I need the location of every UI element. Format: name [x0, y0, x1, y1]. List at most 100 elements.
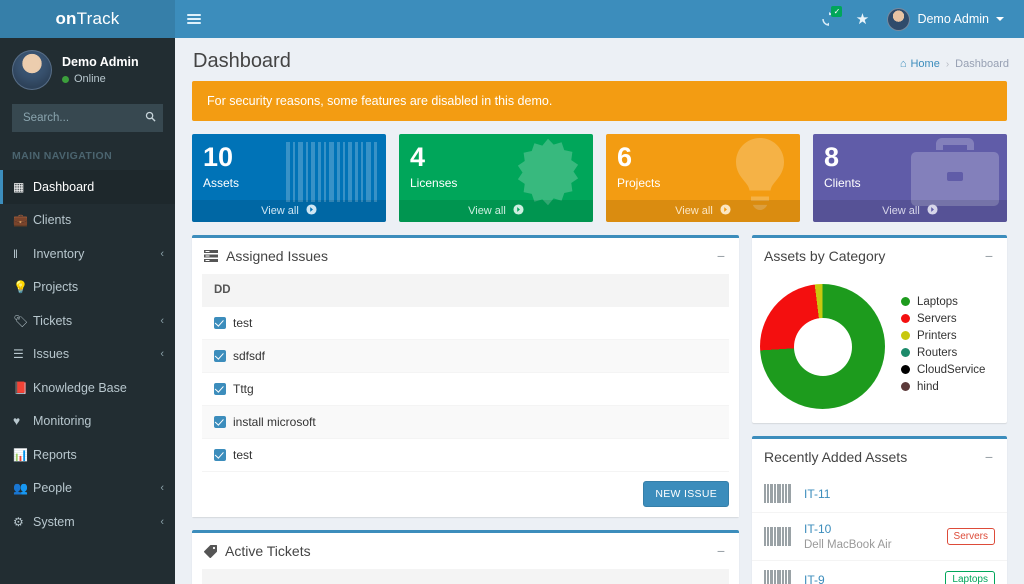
legend-label: hind — [917, 380, 939, 393]
sidebar-item-label: System — [33, 514, 75, 529]
sidebar-user-panel[interactable]: Demo Admin Online — [0, 38, 175, 102]
issue-checkbox[interactable] — [214, 449, 226, 462]
table-row[interactable]: Tttg — [202, 372, 729, 407]
sidebar-item-system[interactable]: ⚙ System ‹ — [0, 505, 175, 539]
legend-item[interactable]: CloudService — [901, 364, 997, 376]
breadcrumb-home-label: Home — [910, 58, 940, 70]
chevron-left-icon: ‹ — [160, 314, 164, 327]
collapse-button[interactable]: − — [713, 544, 729, 558]
user-menu-button[interactable]: Demo Admin — [879, 0, 1014, 38]
view-all-link[interactable]: View all — [399, 200, 593, 223]
asset-id-link[interactable]: IT-11 — [804, 487, 995, 501]
issue-checkbox[interactable] — [214, 383, 226, 396]
view-all-link[interactable]: View all — [606, 200, 800, 223]
panel-title: Active Tickets — [204, 543, 705, 559]
hamburger-icon — [187, 12, 201, 26]
sync-icon[interactable]: ✓ — [813, 0, 845, 38]
avatar — [887, 7, 911, 31]
legend-item[interactable]: Laptops — [901, 296, 997, 308]
home-icon: ⌂ — [899, 58, 907, 70]
view-all-link[interactable]: View all — [813, 200, 1007, 223]
sidebar-user-name: Demo Admin — [62, 55, 139, 69]
collapse-button[interactable]: − — [981, 450, 997, 464]
star-icon[interactable]: ★ — [847, 0, 877, 38]
sidebar-item-people[interactable]: 👥 People ‹ — [0, 472, 175, 506]
dashboard-icon: ▦ — [13, 179, 25, 194]
issue-label: Tttg — [233, 382, 254, 397]
sidebar-item-label: Knowledge Base — [33, 380, 127, 395]
sidebar-item-dashboard[interactable]: ▦ Dashboard — [0, 170, 175, 204]
chart-legend: Laptops Servers Printers Routers CloudSe… — [891, 296, 997, 398]
list-item[interactable]: IT-9 Laptops — [752, 561, 1007, 584]
star-glyph: ★ — [855, 10, 870, 28]
list-icon — [204, 250, 218, 263]
legend-item[interactable]: Servers — [901, 313, 997, 325]
table-row[interactable]: test — [202, 306, 729, 341]
asset-id-link[interactable]: IT-10 — [804, 522, 934, 536]
issue-label: sdfsdf — [233, 349, 266, 364]
sidebar-item-reports[interactable]: 📊 Reports — [0, 438, 175, 472]
stat-card-body: 8 Clients — [813, 134, 1007, 200]
users-icon: 👥 — [13, 481, 28, 496]
logo-prefix: on — [55, 9, 77, 28]
legend-item[interactable]: hind — [901, 381, 997, 393]
issue-label: test — [233, 316, 253, 331]
bar-chart-icon: 📊 — [13, 447, 28, 462]
sidebar-user-info: Demo Admin Online — [62, 55, 139, 85]
collapse-button[interactable]: − — [713, 249, 729, 263]
table-row[interactable]: sdfsdf — [202, 339, 729, 374]
stat-cards-row: 10 Assets View all 4 Licenses View all 6… — [175, 134, 1024, 235]
issue-checkbox[interactable] — [214, 416, 226, 429]
issue-checkbox[interactable] — [214, 350, 226, 363]
panel-header: Assets by Category − — [752, 238, 1007, 274]
stat-card-body: 10 Assets — [192, 134, 386, 200]
sidebar-item-label: People — [33, 481, 72, 496]
search-icon[interactable] — [137, 104, 163, 132]
active-tickets-panel: Active Tickets − — [192, 530, 739, 584]
stat-card-value: 10 — [203, 142, 234, 172]
stat-card-value: 8 — [824, 142, 840, 172]
stat-card-assets: 10 Assets View all — [192, 134, 386, 223]
table-row[interactable]: install microsoft — [202, 405, 729, 440]
new-issue-button[interactable]: NEW ISSUE — [643, 481, 729, 508]
list-item[interactable]: IT-10 Dell MacBook Air Servers — [752, 513, 1007, 562]
asset-info: IT-11 — [804, 487, 995, 501]
view-all-link[interactable]: View all — [192, 200, 386, 223]
panel-title-label: Recently Added Assets — [764, 449, 908, 466]
assets-by-category-panel: Assets by Category − Laptops Servers Pri… — [752, 235, 1007, 424]
navbar-user-name: Demo Admin — [917, 12, 989, 26]
chevron-left-icon: ‹ — [160, 515, 164, 528]
legend-item[interactable]: Routers — [901, 347, 997, 359]
content-header: Dashboard ⌂ Home › Dashboard — [175, 38, 1024, 81]
stat-card-body: 6 Projects — [606, 134, 800, 200]
sidebar-item-projects[interactable]: 💡 Projects — [0, 271, 175, 305]
donut-chart[interactable] — [760, 284, 885, 410]
issue-checkbox[interactable] — [214, 317, 226, 330]
app-logo[interactable]: on Track — [0, 0, 175, 38]
donut-chart-container: Laptops Servers Printers Routers CloudSe… — [752, 274, 1007, 423]
collapse-button[interactable]: − — [981, 249, 997, 263]
sidebar-item-knowledge-base[interactable]: 📕 Knowledge Base — [0, 371, 175, 405]
sidebar-toggle-button[interactable] — [175, 0, 213, 38]
barcode-icon: ‖ — [13, 246, 18, 261]
sidebar-item-label: Tickets — [33, 313, 73, 328]
sidebar-item-inventory[interactable]: ‖ Inventory ‹ — [0, 237, 175, 271]
sidebar-item-clients[interactable]: 💼 Clients — [0, 204, 175, 238]
list-item[interactable]: IT-11 — [752, 475, 1007, 514]
breadcrumb-home[interactable]: ⌂ Home — [900, 58, 940, 70]
panel-header: Recently Added Assets − — [752, 439, 1007, 475]
table-row[interactable]: test — [202, 438, 729, 473]
panel-title-label: Assets by Category — [764, 248, 886, 265]
barcode-icon — [764, 527, 791, 547]
sidebar-item-monitoring[interactable]: ♥ Monitoring — [0, 405, 175, 439]
legend-item[interactable]: Printers — [901, 330, 997, 342]
sidebar-user-status: Online — [62, 73, 139, 85]
sidebar-item-issues[interactable]: ☰ Issues ‹ — [0, 338, 175, 372]
asset-id-link[interactable]: IT-9 — [804, 573, 932, 584]
page-title: Dashboard — [193, 50, 291, 72]
sidebar-item-tickets[interactable]: 🏷 Tickets ‹ — [0, 304, 175, 338]
tag-icon — [204, 544, 217, 558]
panel-body — [192, 569, 739, 584]
view-all-label: View all — [675, 205, 713, 218]
sidebar-item-label: Dashboard — [33, 179, 95, 194]
